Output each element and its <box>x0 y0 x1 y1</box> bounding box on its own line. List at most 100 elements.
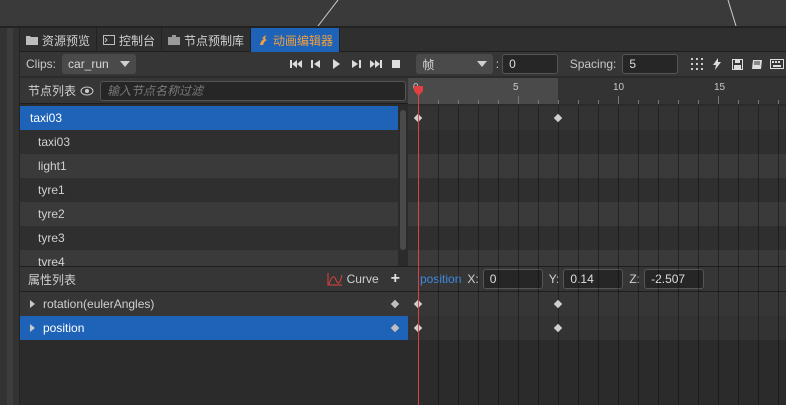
node-tracks[interactable] <box>408 106 786 266</box>
ruler-tick <box>638 100 639 104</box>
ruler-tick <box>498 100 499 104</box>
scene-gizmo-lines <box>0 0 786 28</box>
clips-label: Clips: <box>26 57 57 71</box>
playback-controls <box>286 54 406 74</box>
y-value: 0.14 <box>570 272 594 286</box>
frame-unit-select[interactable]: 帧 <box>416 54 493 74</box>
rail-scrollbar[interactable] <box>7 28 13 405</box>
node-label: tyre4 <box>38 255 65 266</box>
keyboard-icon <box>770 59 784 69</box>
property-tracks[interactable] <box>408 292 786 405</box>
y-input[interactable]: 0.14 <box>563 269 624 289</box>
node-item-tyre4[interactable]: tyre4 <box>20 250 398 266</box>
node-list-title: 节点列表 <box>28 84 77 98</box>
x-input[interactable]: 0 <box>482 269 543 289</box>
jump-to-end-button[interactable] <box>366 54 386 74</box>
keyboard-button[interactable] <box>768 54 786 74</box>
save-button[interactable] <box>728 54 746 74</box>
play-button[interactable] <box>326 54 346 74</box>
node-label: tyre3 <box>38 231 65 245</box>
node-item-tyre1[interactable]: tyre1 <box>20 178 398 202</box>
curve-label: Curve <box>346 272 379 286</box>
ruler-tick <box>738 100 739 104</box>
property-label: rotation(eulerAngles) <box>43 297 155 311</box>
ruler-tick <box>698 100 699 104</box>
keyframe-diamond-icon[interactable] <box>390 323 400 333</box>
tab-animation-editor[interactable]: 动画编辑器 <box>251 28 341 52</box>
clip-select-value: car_run <box>68 57 109 71</box>
save-icon <box>731 58 743 70</box>
node-list-header: 节点列表 输入节点名称过滤 <box>20 78 408 104</box>
timeline-ruler[interactable]: 0 5 10 15 <box>408 78 786 104</box>
grid-dots-button[interactable] <box>688 54 706 74</box>
ruler-label-10: 10 <box>613 82 625 93</box>
node-item-taxi03[interactable]: taxi03 <box>20 130 398 154</box>
property-value-bar: position X: 0 Y: 0.14 Z: -2.507 <box>408 266 786 292</box>
property-list: rotation(eulerAngles) position <box>20 292 408 405</box>
clip-select[interactable]: car_run <box>62 54 137 74</box>
z-input[interactable]: -2.507 <box>644 269 705 289</box>
property-item-position[interactable]: position <box>20 316 408 340</box>
expand-arrow-icon[interactable] <box>30 324 35 332</box>
prev-frame-button[interactable] <box>306 54 326 74</box>
ruler-tick <box>558 100 559 104</box>
spacing-input-value: 5 <box>629 57 637 71</box>
node-filter-input[interactable]: 输入节点名称过滤 <box>100 80 407 101</box>
playhead-line[interactable] <box>418 86 419 405</box>
briefcase-icon <box>168 35 181 45</box>
property-list-header: 属性列表 Curve + <box>20 266 408 292</box>
playhead-handle-icon[interactable] <box>414 86 423 96</box>
x-value: 0 <box>489 272 497 286</box>
property-item-rotation[interactable]: rotation(eulerAngles) <box>20 292 408 316</box>
curve-button[interactable]: Curve <box>327 272 379 286</box>
add-property-button[interactable]: + <box>391 270 400 288</box>
keyframe-diamond-icon[interactable] <box>390 299 400 309</box>
node-item-taxi03-root[interactable]: taxi03 <box>20 106 398 130</box>
ruler-tick <box>478 100 479 104</box>
animation-icon <box>260 35 268 45</box>
frame-input[interactable]: 0 <box>502 54 558 74</box>
z-value: -2.507 <box>651 272 686 286</box>
event-button[interactable] <box>708 54 726 74</box>
next-frame-icon <box>352 60 362 68</box>
tab-label: 资源预览 <box>42 33 91 48</box>
node-item-light1[interactable]: light1 <box>20 154 398 178</box>
frame-input-value: 0 <box>509 57 516 71</box>
track-row <box>408 106 786 130</box>
node-item-tyre2[interactable]: tyre2 <box>20 202 398 226</box>
panel-tabbar: 资源预览 控制台 节点预制库 动画编辑器 <box>20 28 786 52</box>
track-row <box>408 292 786 316</box>
node-label: tyre2 <box>38 207 65 221</box>
chevron-down-icon <box>476 61 487 67</box>
stop-button[interactable] <box>386 54 406 74</box>
prev-frame-icon <box>311 60 321 68</box>
tab-label: 控制台 <box>119 33 156 48</box>
tab-assets-preview[interactable]: 资源预览 <box>20 28 98 52</box>
expand-arrow-icon[interactable] <box>30 300 35 308</box>
jump-to-start-button[interactable] <box>286 54 306 74</box>
jump-start-icon <box>290 60 303 68</box>
ruler-tick <box>758 100 759 104</box>
jump-end-icon <box>370 60 383 68</box>
book-button[interactable] <box>748 54 766 74</box>
spacing-input[interactable]: 5 <box>622 54 678 74</box>
frame-unit-value: 帧 <box>422 57 435 72</box>
z-label: Z: <box>629 272 641 286</box>
stop-icon <box>392 60 401 68</box>
node-list-scrollbar[interactable] <box>398 106 408 266</box>
ruler-tick <box>458 100 459 104</box>
grid-dots-icon <box>691 58 703 70</box>
track-row <box>408 154 786 178</box>
selected-property-name: position <box>420 272 462 286</box>
eye-icon[interactable] <box>80 86 94 96</box>
tab-node-library[interactable]: 节点预制库 <box>162 28 252 52</box>
ruler-tick <box>618 96 619 104</box>
tab-console[interactable]: 控制台 <box>97 28 163 52</box>
next-frame-button[interactable] <box>346 54 366 74</box>
node-item-tyre3[interactable]: tyre3 <box>20 226 398 250</box>
frame-colon: : <box>495 57 500 71</box>
ruler-tick <box>678 100 679 104</box>
scrollbar-thumb[interactable] <box>400 110 406 250</box>
ruler-tick <box>438 100 439 104</box>
ruler-tick <box>578 100 579 104</box>
